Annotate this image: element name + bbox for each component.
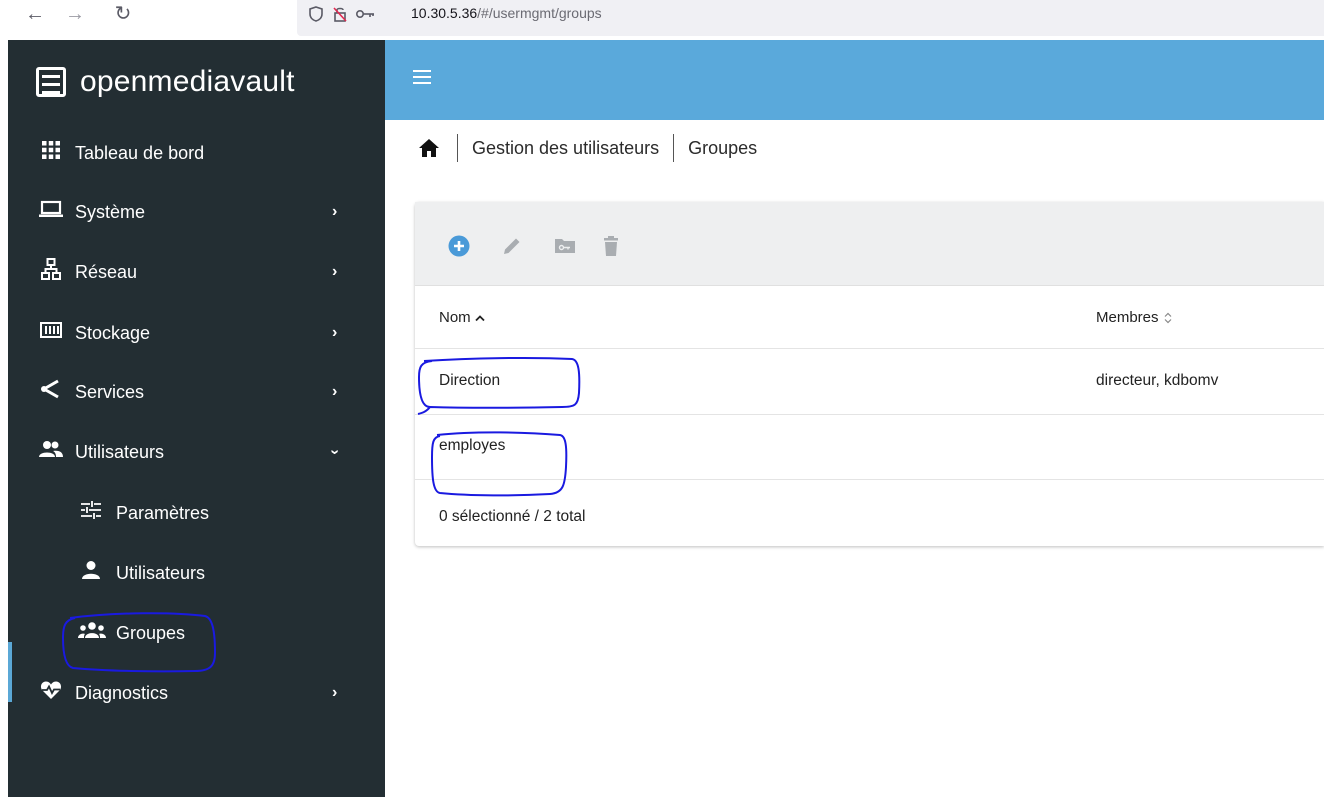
- table-header: Nom Membres: [415, 286, 1324, 349]
- app-header: [385, 40, 1324, 120]
- groups-icon: [78, 621, 106, 645]
- url-host: 10.30.5.36: [411, 5, 478, 21]
- address-bar[interactable]: 10.30.5.36/#/usermgmt/groups: [297, 0, 1324, 36]
- cell-nom: employes: [439, 437, 506, 454]
- selection-count: 0 sélectionné / 2 total: [439, 508, 586, 525]
- tune-icon: [78, 500, 104, 526]
- storage-icon: [38, 322, 64, 344]
- reload-icon[interactable]: ↻: [108, 0, 138, 32]
- server-logo-icon: [36, 66, 66, 97]
- network-icon: [38, 258, 64, 286]
- column-header-label: Nom: [439, 309, 471, 326]
- sidebar-item-settings[interactable]: Paramètres: [8, 483, 385, 543]
- chevron-right-icon: ›: [332, 684, 338, 701]
- sidebar-item-label: Services: [75, 381, 145, 402]
- sidebar-item-services[interactable]: Services ›: [8, 362, 385, 422]
- sidebar-item-network[interactable]: Réseau ›: [8, 242, 385, 302]
- breadcrumb: Gestion des utilisateurs Groupes: [415, 133, 757, 163]
- sidebar-item-system[interactable]: Système ›: [8, 182, 385, 242]
- sidebar-item-users[interactable]: Utilisateurs ›: [8, 422, 385, 482]
- sidebar-item-dashboard[interactable]: Tableau de bord: [8, 123, 385, 183]
- column-header-label: Membres: [1096, 309, 1159, 326]
- groups-table-card: Nom Membres Direction directeur, kdbomv …: [415, 202, 1324, 546]
- breadcrumb-page: Groupes: [688, 137, 758, 158]
- url-path: /#/usermgmt/groups: [477, 5, 602, 21]
- key-icon[interactable]: [355, 5, 375, 23]
- sidebar-item-label: Stockage: [75, 322, 151, 343]
- column-header-membres[interactable]: Membres: [1096, 309, 1173, 326]
- sidebar-item-storage[interactable]: Stockage ›: [8, 303, 385, 363]
- sidebar-item-label: Utilisateurs: [75, 441, 165, 462]
- user-icon: [78, 560, 104, 586]
- chevron-right-icon: ›: [332, 383, 338, 400]
- share-icon: [38, 378, 64, 406]
- sidebar: openmediavault Tableau de bord Système ›…: [8, 40, 385, 797]
- sidebar-item-groups[interactable]: Groupes: [8, 603, 385, 663]
- table-row[interactable]: employes: [415, 415, 1324, 480]
- sidebar-item-users-list[interactable]: Utilisateurs: [8, 543, 385, 603]
- folder-key-icon[interactable]: [553, 234, 577, 258]
- browser-toolbar: ← → ↻ 10.30.5.36/#/usermgmt/groups: [0, 0, 1324, 40]
- sidebar-item-label: Utilisateurs: [116, 562, 206, 583]
- breadcrumb-separator: [457, 134, 458, 162]
- url-status-icons: [307, 2, 375, 26]
- hamburger-menu-icon[interactable]: [413, 66, 435, 94]
- trash-icon[interactable]: [599, 234, 623, 258]
- sidebar-item-label: Réseau: [75, 261, 138, 282]
- sort-asc-icon: [475, 314, 485, 321]
- forward-arrow-icon[interactable]: →: [60, 0, 90, 32]
- shield-icon[interactable]: [307, 5, 325, 23]
- brand-name: openmediavault: [80, 64, 295, 98]
- laptop-icon: [38, 199, 64, 225]
- table-toolbar: [415, 202, 1324, 286]
- users-icon: [38, 440, 64, 464]
- sort-both-icon: [1164, 312, 1171, 323]
- table-row[interactable]: Direction directeur, kdbomv: [415, 350, 1324, 415]
- chevron-right-icon: ›: [332, 324, 338, 341]
- heart-pulse-icon: [38, 680, 64, 706]
- sidebar-item-label: Tableau de bord: [75, 142, 205, 163]
- breadcrumb-separator: [673, 134, 675, 162]
- window-edge: [0, 40, 8, 797]
- breadcrumb-section[interactable]: Gestion des utilisateurs: [472, 138, 659, 159]
- back-arrow-icon[interactable]: ←: [20, 0, 50, 32]
- sidebar-item-label: Groupes: [116, 622, 186, 643]
- brand[interactable]: openmediavault: [8, 40, 385, 123]
- home-icon[interactable]: [415, 138, 443, 158]
- column-header-nom[interactable]: Nom: [439, 309, 485, 326]
- sidebar-item-label: Paramètres: [116, 502, 210, 523]
- dashboard-icon: [38, 140, 64, 166]
- sidebar-item-label: Système: [75, 201, 146, 222]
- sidebar-item-label: Diagnostics: [75, 682, 169, 703]
- url-text[interactable]: 10.30.5.36/#/usermgmt/groups: [411, 5, 602, 21]
- add-icon[interactable]: [447, 234, 471, 258]
- cell-membres: directeur, kdbomv: [1096, 372, 1219, 389]
- chevron-down-icon: ›: [326, 449, 344, 455]
- chevron-right-icon: ›: [332, 263, 338, 280]
- insecure-lock-icon[interactable]: [331, 5, 349, 23]
- cell-nom: Direction: [439, 372, 501, 389]
- edit-pencil-icon[interactable]: [500, 234, 524, 258]
- chevron-right-icon: ›: [332, 203, 338, 220]
- sidebar-item-diagnostics[interactable]: Diagnostics ›: [8, 663, 385, 723]
